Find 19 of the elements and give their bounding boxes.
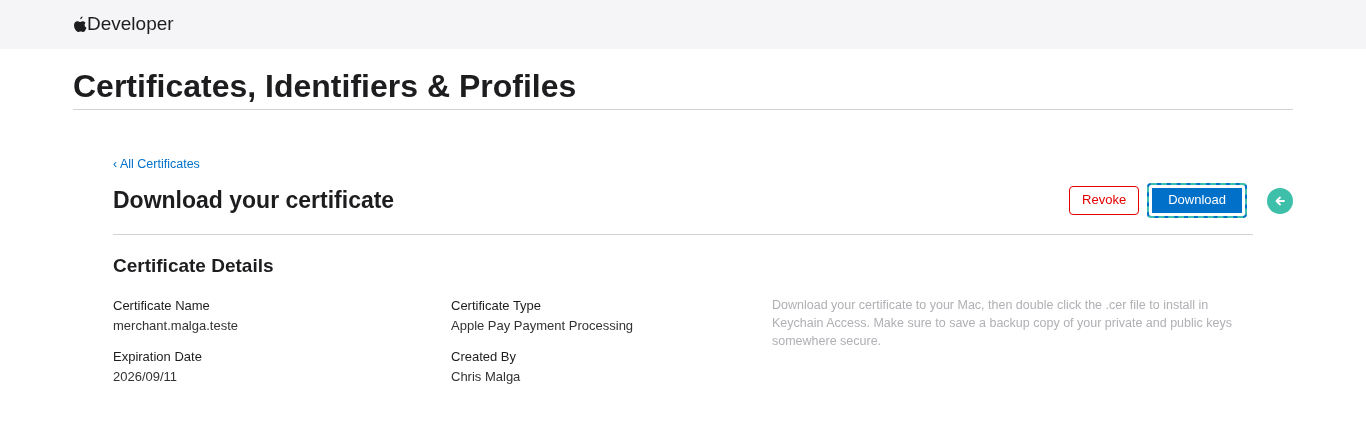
field-value: merchant.malga.teste bbox=[113, 316, 239, 335]
back-arrow-button[interactable] bbox=[1267, 187, 1293, 214]
field-value: Chris Malga bbox=[451, 367, 522, 386]
field-label: Certificate Type bbox=[451, 297, 543, 316]
info-text: Download your certificate to your Mac, then double click the .cer file to install in Keychain Access. Make sure to save a backup copy of your private and public keys somewhere secure. bbox=[772, 297, 1233, 351]
arrow-left-icon bbox=[1274, 194, 1286, 207]
apple-logo-icon bbox=[73, 16, 87, 33]
field-label: Certificate Name bbox=[113, 297, 211, 316]
section-title: Certificate Details bbox=[113, 255, 275, 279]
revoke-button[interactable]: Revoke bbox=[1069, 186, 1140, 216]
download-button[interactable]: Download bbox=[1147, 183, 1247, 219]
page-title: Certificates, Identifiers & Profiles bbox=[73, 67, 1293, 111]
field-label: Expiration Date bbox=[113, 348, 203, 367]
back-link[interactable]: ‹ All Certificates bbox=[113, 155, 200, 175]
page-heading: Download your certificate bbox=[113, 187, 395, 215]
field-value: Apple Pay Payment Processing bbox=[451, 316, 635, 335]
field-label: Created By bbox=[451, 348, 518, 367]
field-value: 2026/09/11 bbox=[113, 367, 179, 386]
brand-name[interactable]: Developer bbox=[87, 10, 174, 39]
